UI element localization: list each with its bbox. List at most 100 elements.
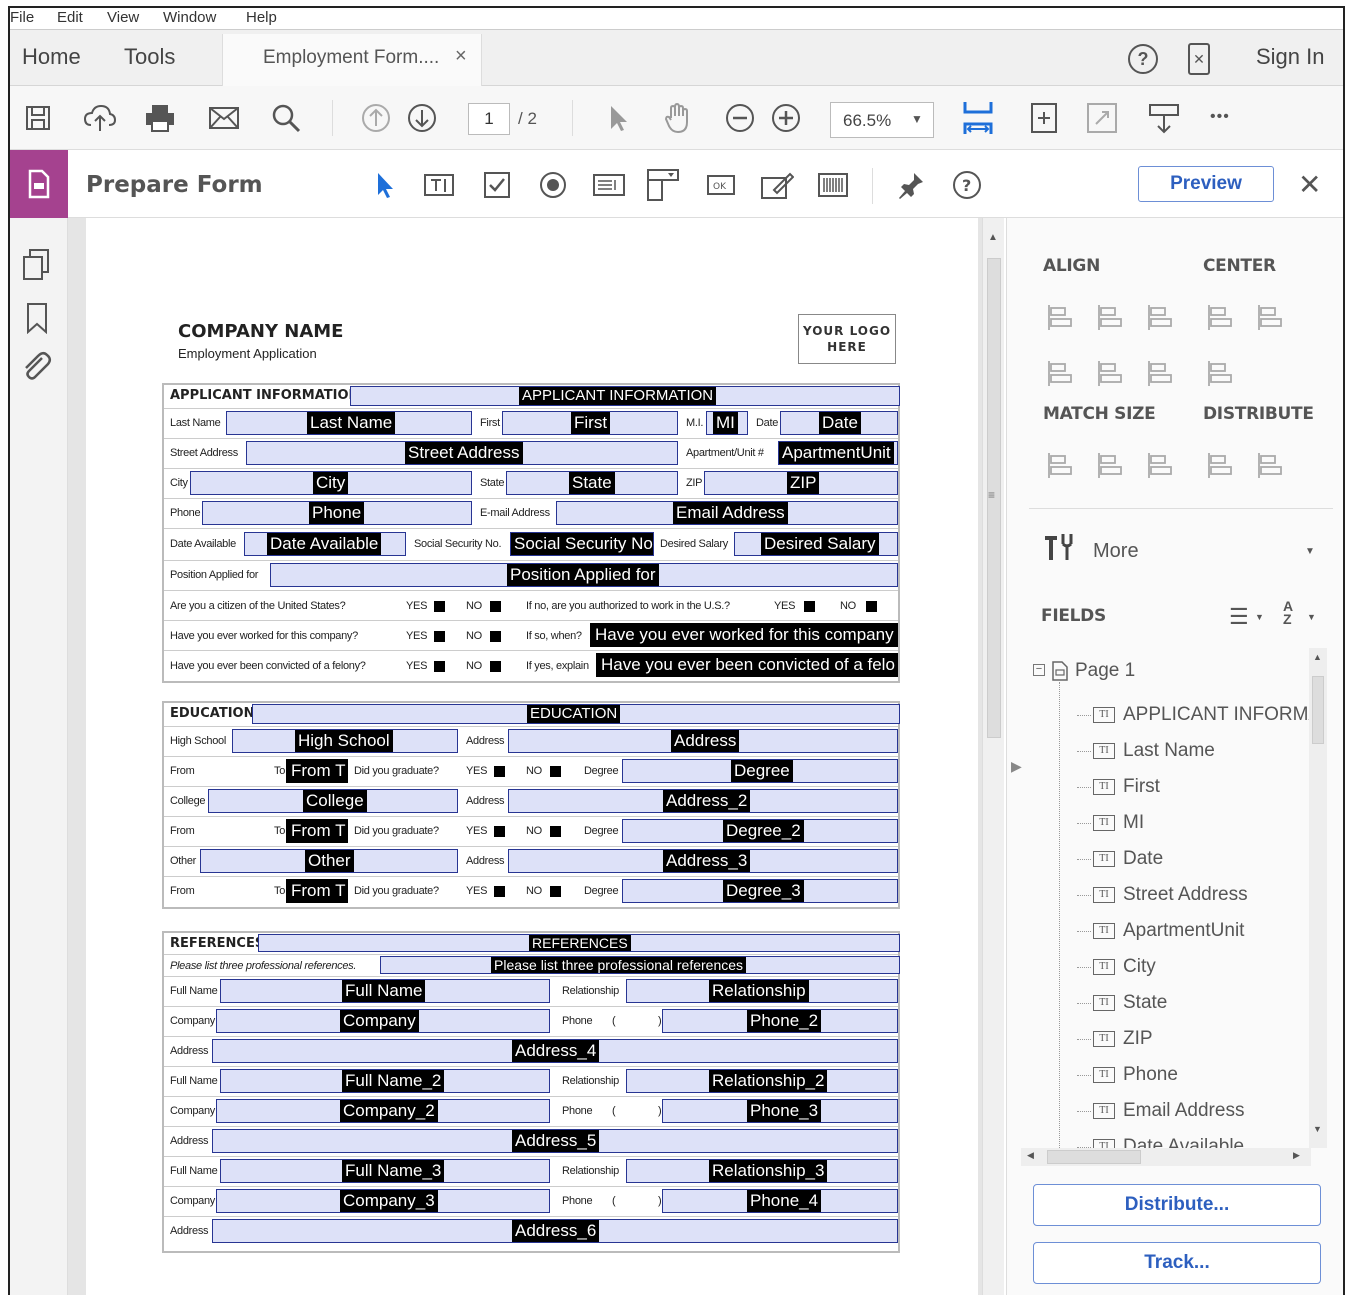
tree-field-item[interactable]: TI Date xyxy=(1077,844,1163,874)
menu-window[interactable]: Window xyxy=(163,9,216,26)
phone-field[interactable]: Phone xyxy=(202,501,472,525)
signature-tool-icon[interactable] xyxy=(760,168,794,202)
align-left-icon[interactable] xyxy=(1047,302,1077,332)
reference-3-relationship-field[interactable]: Relationship_3 xyxy=(626,1159,898,1183)
applicant-header-field[interactable]: APPLICANT INFORMATION xyxy=(350,386,900,406)
reference-3-phone-field[interactable]: Phone_4 xyxy=(662,1189,898,1213)
more-tools-icon[interactable]: ••• xyxy=(1210,108,1230,126)
high-school-field[interactable]: High School xyxy=(232,729,458,753)
college-field[interactable]: College xyxy=(208,789,458,813)
fields-hscrollbar[interactable]: ◀ ▶ xyxy=(1021,1148,1311,1166)
felony-yes-checkbox[interactable] xyxy=(434,661,445,672)
list-box-tool-icon[interactable] xyxy=(592,168,626,202)
previous-page-icon[interactable] xyxy=(358,100,394,136)
document-tab[interactable]: Employment Form.... × xyxy=(222,34,482,86)
close-icon[interactable]: ✕ xyxy=(1298,168,1321,201)
scroll-down-icon[interactable]: ▼ xyxy=(1313,1124,1322,1134)
street-address-field[interactable]: Street Address xyxy=(246,441,678,465)
hand-tool-icon[interactable] xyxy=(660,100,696,136)
citizen-no-checkbox[interactable] xyxy=(490,601,501,612)
tree-field-item[interactable]: TI Date Available xyxy=(1077,1132,1244,1148)
full-screen-icon[interactable] xyxy=(1084,100,1120,136)
state-field[interactable]: State xyxy=(506,471,678,495)
mobile-icon[interactable]: ✕ xyxy=(1188,43,1210,75)
hs-grad-no-checkbox[interactable] xyxy=(550,766,561,777)
desired-salary-field[interactable]: Desired Salary xyxy=(734,532,898,556)
align-middle-icon[interactable] xyxy=(1097,358,1127,388)
reference-1-name-field[interactable]: Full Name xyxy=(220,979,550,1003)
zoom-dropdown[interactable]: 66.5% ▼ xyxy=(830,102,934,138)
degree-field[interactable]: Degree xyxy=(622,759,898,783)
scroll-right-icon[interactable]: ▶ xyxy=(1293,1150,1300,1161)
tree-field-item[interactable]: TI Last Name xyxy=(1077,736,1215,766)
tree-field-item[interactable]: TI ApartmentUnit xyxy=(1077,916,1244,946)
reference-3-name-field[interactable]: Full Name_3 xyxy=(220,1159,550,1183)
radio-button-tool-icon[interactable] xyxy=(536,168,570,202)
dropdown-tool-icon[interactable] xyxy=(646,168,680,202)
sort-alpha-icon[interactable]: AZ xyxy=(1283,599,1293,626)
prepare-form-icon[interactable] xyxy=(10,150,68,218)
tree-field-item[interactable]: TI First xyxy=(1077,772,1160,802)
next-page-icon[interactable] xyxy=(404,100,440,136)
reference-2-address-field[interactable]: Address_5 xyxy=(212,1129,898,1153)
tree-field-item[interactable]: TI State xyxy=(1077,988,1167,1018)
scroll-up-icon[interactable]: ▲ xyxy=(1313,652,1322,662)
preview-button[interactable]: Preview xyxy=(1138,166,1274,202)
other-school-field[interactable]: Other xyxy=(200,849,458,873)
reference-2-name-field[interactable]: Full Name_2 xyxy=(220,1069,550,1093)
authorized-yes-checkbox[interactable] xyxy=(804,601,815,612)
align-center-icon[interactable] xyxy=(1097,302,1127,332)
scroll-left-icon[interactable]: ◀ xyxy=(1027,1150,1034,1161)
hs-grad-yes-checkbox[interactable] xyxy=(494,766,505,777)
authorized-no-checkbox[interactable] xyxy=(866,601,877,612)
attachment-icon[interactable] xyxy=(20,350,54,384)
tree-page-label[interactable]: Page 1 xyxy=(1075,660,1135,682)
match-height-icon[interactable] xyxy=(1097,450,1127,480)
print-icon[interactable] xyxy=(142,100,178,136)
distribute-horizontal-icon[interactable] xyxy=(1207,450,1237,480)
center-vertical-icon[interactable] xyxy=(1257,302,1287,332)
center-both-icon[interactable] xyxy=(1207,358,1237,388)
zoom-out-icon[interactable] xyxy=(722,100,758,136)
reference-3-company-field[interactable]: Company_3 xyxy=(216,1189,550,1213)
worked-no-checkbox[interactable] xyxy=(490,631,501,642)
college-address-field[interactable]: Address_2 xyxy=(508,789,898,813)
college-grad-yes-checkbox[interactable] xyxy=(494,826,505,837)
help-icon[interactable]: ? xyxy=(950,168,984,202)
scroll-up-icon[interactable]: ▲ xyxy=(988,232,998,243)
mi-field[interactable]: MI xyxy=(706,411,748,435)
align-bottom-icon[interactable] xyxy=(1147,358,1177,388)
center-horizontal-icon[interactable] xyxy=(1207,302,1237,332)
distribute-vertical-icon[interactable] xyxy=(1257,450,1287,480)
tree-field-item[interactable]: TI Phone xyxy=(1077,1060,1178,1090)
barcode-tool-icon[interactable] xyxy=(816,168,850,202)
zip-field[interactable]: ZIP xyxy=(704,471,898,495)
email-icon[interactable] xyxy=(206,100,242,136)
home-tab[interactable]: Home xyxy=(22,44,81,70)
track-button[interactable]: Track... xyxy=(1033,1242,1321,1284)
reference-2-relationship-field[interactable]: Relationship_2 xyxy=(626,1069,898,1093)
other-address-field[interactable]: Address_3 xyxy=(508,849,898,873)
tree-field-item[interactable]: TI MI xyxy=(1077,808,1144,838)
tree-field-item[interactable]: TI Street Address xyxy=(1077,880,1248,910)
close-tab-icon[interactable]: × xyxy=(455,45,467,68)
chevron-down-icon[interactable]: ▼ xyxy=(1307,612,1316,622)
citizen-yes-checkbox[interactable] xyxy=(434,601,445,612)
reference-1-phone-field[interactable]: Phone_2 xyxy=(662,1009,898,1033)
rotate-icon[interactable] xyxy=(1026,100,1062,136)
sort-icon[interactable]: ☰ xyxy=(1229,604,1249,630)
help-icon[interactable]: ? xyxy=(1128,44,1158,74)
other-grad-no-checkbox[interactable] xyxy=(550,886,561,897)
prepare-form-title[interactable]: Prepare Form xyxy=(86,172,263,198)
upload-cloud-icon[interactable] xyxy=(82,100,118,136)
reference-1-relationship-field[interactable]: Relationship xyxy=(626,979,898,1003)
pages-icon[interactable] xyxy=(22,248,52,282)
from-to-field[interactable]: From T xyxy=(286,879,348,903)
tree-field-item[interactable]: TI ZIP xyxy=(1077,1024,1153,1054)
position-field[interactable]: Position Applied for xyxy=(270,563,898,587)
date-available-field[interactable]: Date Available xyxy=(244,532,406,556)
download-tool-icon[interactable] xyxy=(1146,100,1182,136)
tree-field-item[interactable]: TI City xyxy=(1077,952,1156,982)
email-field[interactable]: Email Address xyxy=(556,501,898,525)
sign-in-link[interactable]: Sign In xyxy=(1256,44,1325,70)
